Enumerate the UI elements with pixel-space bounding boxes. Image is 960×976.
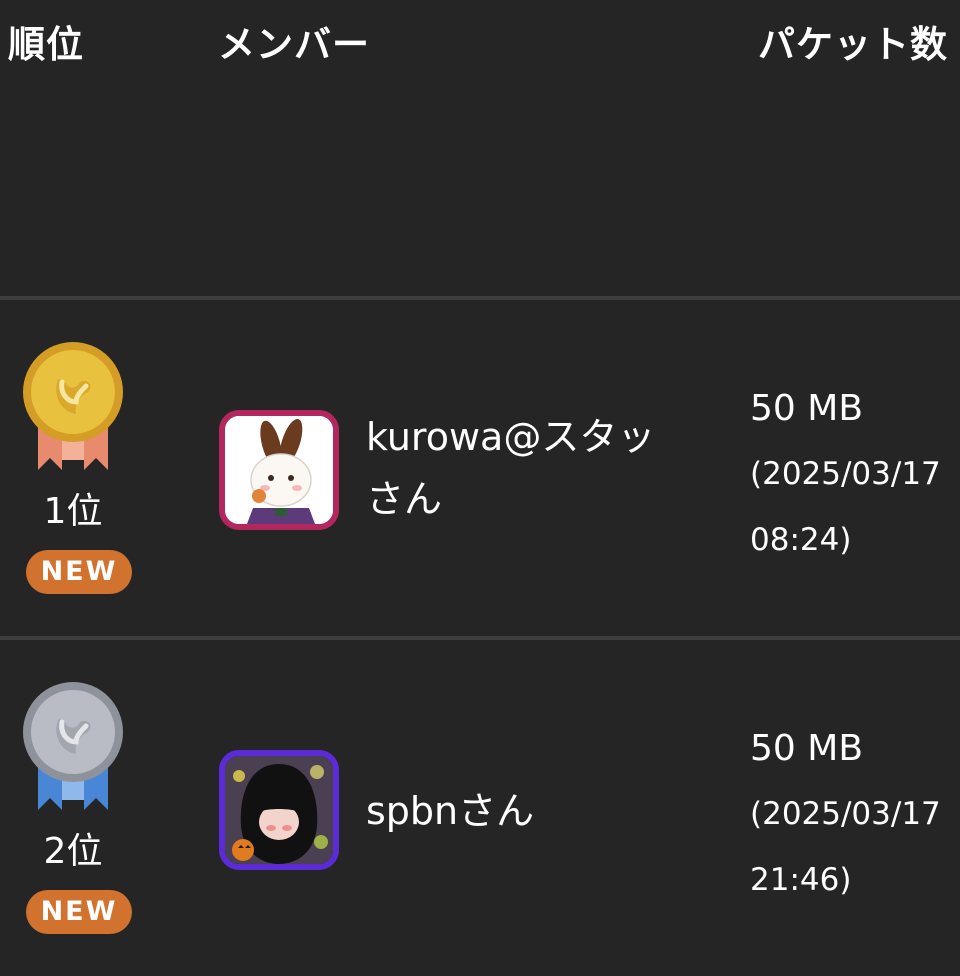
rank-label: 2位 <box>43 831 103 872</box>
member-name[interactable]: kurowa@スタッさん <box>366 406 656 530</box>
column-header-member: メンバー <box>218 23 370 66</box>
ranking-row-2[interactable]: 2位 NEW spbnさん 50 MB (2025/03/17 21:46) <box>0 640 960 976</box>
member-name[interactable]: spbnさん <box>366 780 656 842</box>
column-header-rank: 順位 <box>8 23 84 66</box>
timestamp-line-2: 21:46) <box>750 862 852 898</box>
column-header-packets: パケット数 <box>758 23 948 66</box>
ranking-row-1[interactable]: 1位 NEW kurowa@スタッさん 50 MB (2025/03/17 08… <box>0 300 960 636</box>
silver-medal-icon <box>18 680 128 815</box>
timestamp-line-2: 08:24) <box>750 522 852 558</box>
packet-count: 50 MB <box>750 728 864 769</box>
timestamp-line-1: (2025/03/17 <box>750 796 941 832</box>
new-badge: NEW <box>26 550 132 594</box>
packet-count: 50 MB <box>750 388 864 429</box>
gold-medal-icon <box>18 340 128 475</box>
timestamp-line-1: (2025/03/17 <box>750 456 941 492</box>
avatar[interactable] <box>219 750 339 870</box>
new-badge: NEW <box>26 890 132 934</box>
avatar[interactable] <box>219 410 339 530</box>
rank-label: 1位 <box>43 491 103 532</box>
